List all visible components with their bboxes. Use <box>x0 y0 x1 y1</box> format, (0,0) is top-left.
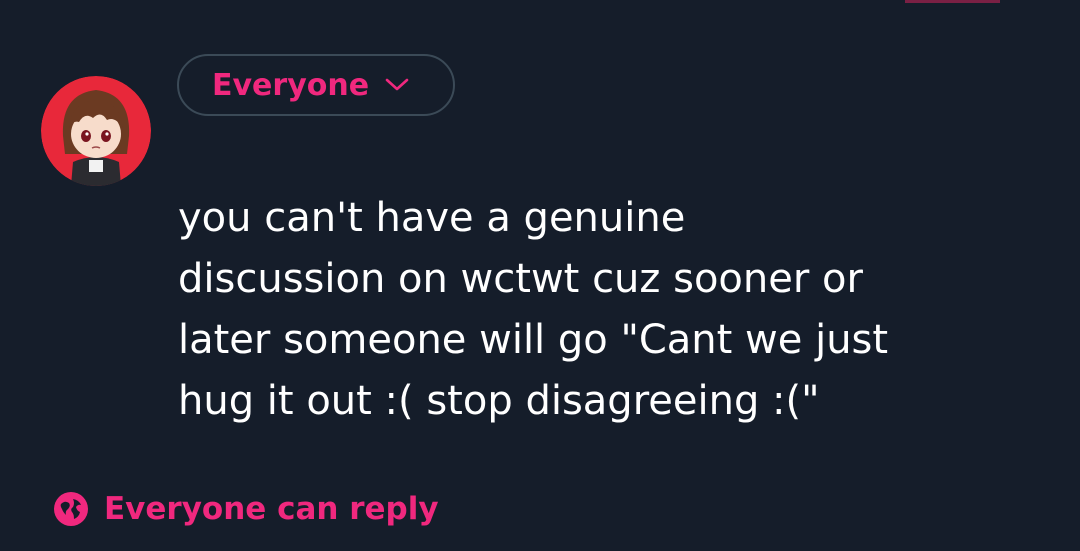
post-text[interactable]: you can't have a genuine discussion on w… <box>178 188 1058 432</box>
avatar[interactable] <box>41 76 151 186</box>
reply-setting-button[interactable]: Everyone can reply <box>52 484 439 534</box>
chevron-down-icon <box>385 78 409 92</box>
audience-selector-button[interactable]: Everyone <box>177 54 455 116</box>
top-edge-accent <box>905 0 1000 3</box>
reply-setting-label: Everyone can reply <box>104 491 439 527</box>
globe-icon <box>52 490 90 528</box>
audience-label: Everyone <box>212 67 370 103</box>
